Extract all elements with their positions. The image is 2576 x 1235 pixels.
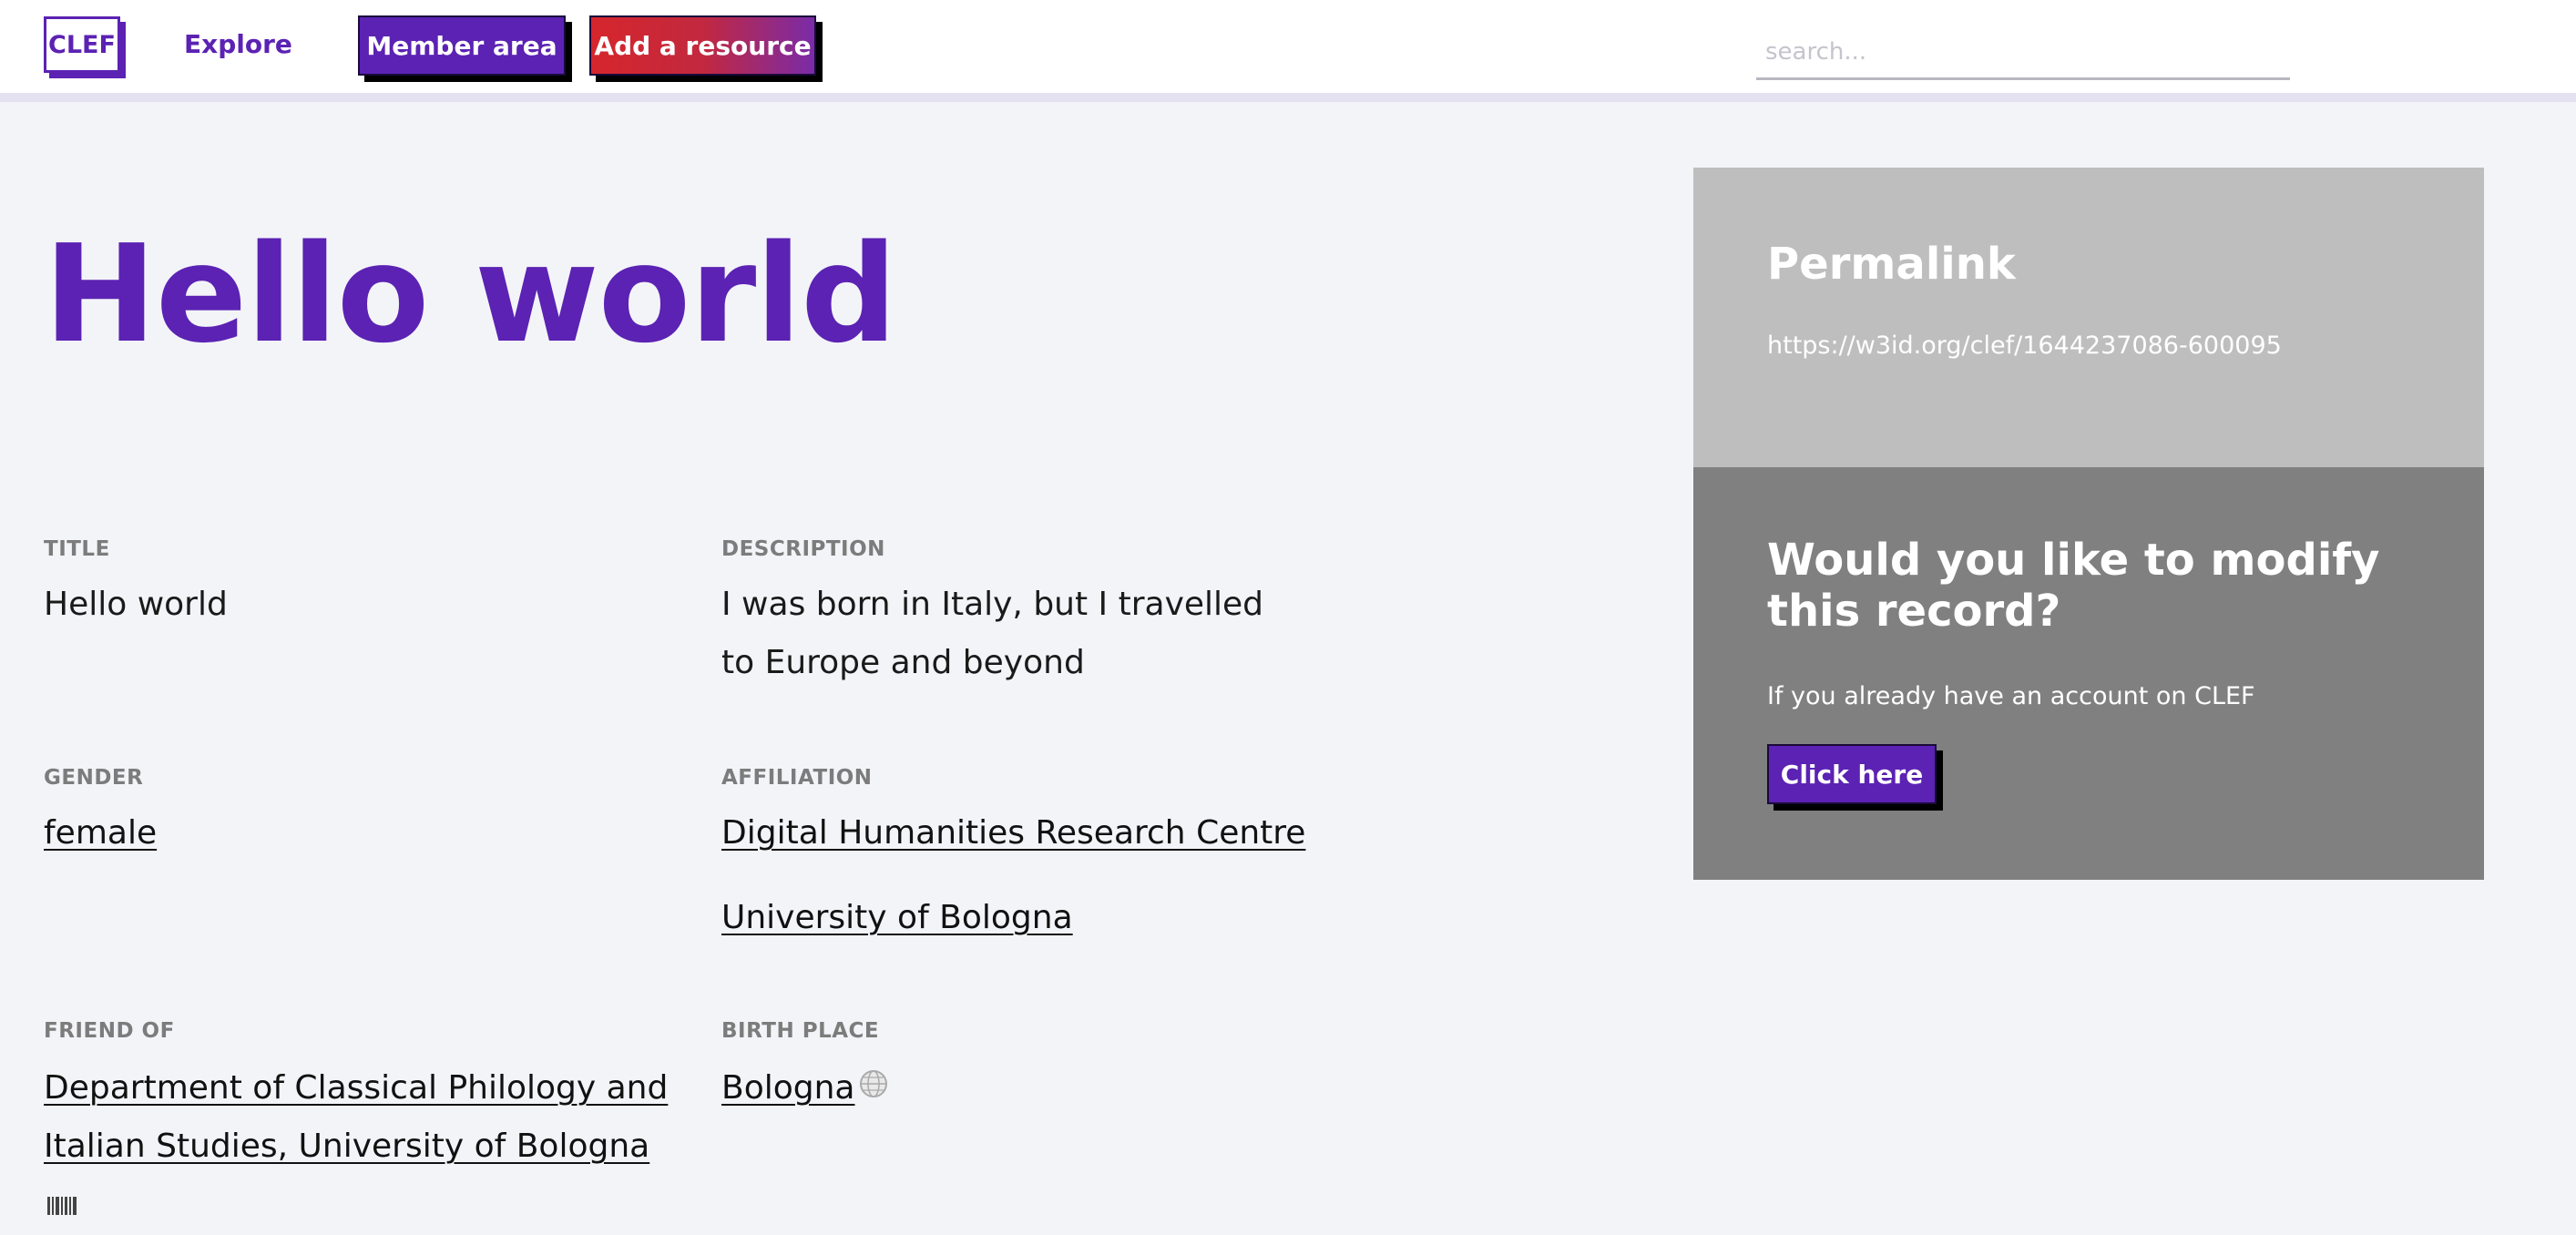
affiliation-value-1: Digital Humanities Research Centre	[721, 804, 1305, 862]
affiliation-value-2: University of Bologna	[721, 889, 1073, 947]
gender-value: female	[44, 804, 157, 862]
permalink-title: Permalink	[1767, 239, 2016, 290]
friend-of-label: FRIEND OF	[44, 1019, 175, 1043]
page-title: Hello world	[44, 216, 897, 373]
description-label: DESCRIPTION	[721, 537, 885, 561]
globe-icon	[858, 1060, 889, 1118]
birth-place-value: Bologna	[721, 1059, 889, 1118]
gender-label: GENDER	[44, 766, 144, 790]
add-resource-button[interactable]: Add a resource	[589, 15, 816, 76]
description-value: I was born in Italy, but I travelled to …	[721, 586, 1264, 681]
friend-of-link[interactable]: Department of Classical Philology and It…	[44, 1069, 668, 1165]
barcode-icon	[47, 1177, 78, 1235]
title-label: TITLE	[44, 537, 110, 561]
title-value: Hello world	[44, 586, 228, 623]
permalink-url[interactable]: https://w3id.org/clef/1644237086-600095	[1767, 332, 2282, 360]
birth-place-link[interactable]: Bologna	[721, 1069, 854, 1107]
birth-place-label: BIRTH PLACE	[721, 1019, 880, 1043]
nav-explore-link[interactable]: Explore	[184, 26, 292, 62]
clef-logo[interactable]: CLEF	[44, 16, 120, 73]
affiliation-link-dhrc[interactable]: Digital Humanities Research Centre	[721, 814, 1305, 852]
modify-title: Would you like to modify this record?	[1767, 535, 2380, 637]
modify-text: If you already have an account on CLEF	[1767, 682, 2255, 710]
click-here-button[interactable]: Click here	[1767, 744, 1937, 804]
member-area-button[interactable]: Member area	[358, 15, 566, 76]
friend-of-value: Department of Classical Philology and It…	[44, 1059, 681, 1235]
permalink-card: Permalink https://w3id.org/clef/16442370…	[1693, 168, 2484, 467]
affiliation-link-unibo[interactable]: University of Bologna	[721, 899, 1073, 936]
top-navigation-bar: CLEF Explore Member area Add a resource	[0, 0, 2576, 93]
header-divider	[0, 93, 2576, 102]
modify-record-card: Would you like to modify this record? If…	[1693, 467, 2484, 880]
gender-link[interactable]: female	[44, 814, 157, 852]
affiliation-label: AFFILIATION	[721, 766, 873, 790]
search-input[interactable]	[1756, 26, 2290, 80]
